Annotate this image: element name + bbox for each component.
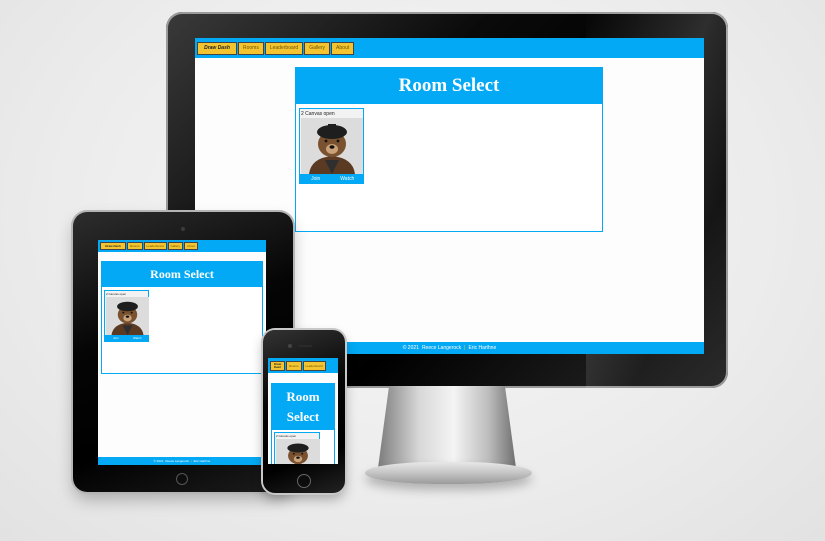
page-title: Room Select (296, 68, 602, 104)
nav-item-about[interactable]: About (331, 41, 355, 55)
nav-item-rooms[interactable]: Rooms (238, 41, 264, 55)
nav-item-about[interactable]: About (184, 242, 198, 250)
nav-item-leaderboard[interactable]: Leaderboard (302, 360, 326, 371)
room-card-actions: Join Watch (105, 335, 148, 341)
room-card: 2 Canvas open Join Watch (104, 290, 149, 342)
join-button[interactable]: Join (105, 335, 127, 341)
page-title: Room Select (272, 384, 334, 430)
footer-copyright: © 2021 (402, 345, 419, 351)
navbar: Draw Dash Rooms Leaderboard (268, 358, 338, 373)
join-button[interactable]: Join (300, 174, 332, 183)
tablet-home-button (176, 473, 188, 485)
navbar: Draw Dash Rooms Leaderboard Gallery Abou… (195, 38, 704, 58)
navbar: Draw Dash Rooms Leaderboard Gallery Abou… (98, 240, 266, 252)
tablet-screen: Draw Dash Rooms Leaderboard Gallery Abou… (98, 240, 266, 465)
footer-copyright: © 2021 (153, 459, 164, 463)
monitor-stand-neck (378, 386, 516, 468)
nav-item-gallery[interactable]: Gallery (304, 41, 331, 55)
footer-author-link[interactable]: Eric Harthne (468, 345, 496, 351)
phone-camera-icon (288, 344, 292, 348)
nav-brand-link[interactable]: Draw Dash (270, 360, 285, 371)
room-card: 2 Canvas open Join Watch (299, 108, 364, 184)
footer-author-link[interactable]: Eric Harthne (194, 459, 211, 463)
tablet-camera-icon (181, 227, 185, 231)
footer: © 2021 Reece Langerock | Eric Harthne (98, 457, 266, 465)
phone-home-button (297, 474, 311, 488)
room-card: 2 Canvas open (274, 432, 320, 464)
nav-brand-link[interactable]: Draw Dash (197, 41, 237, 55)
nav-item-gallery[interactable]: Gallery (167, 242, 184, 250)
nav-item-rooms[interactable]: Rooms (286, 360, 302, 371)
bear-portrait-image (106, 297, 149, 335)
room-card-actions: Join Watch (300, 174, 363, 183)
nav-item-leaderboard[interactable]: Leaderboard (264, 41, 304, 55)
footer-author-link[interactable]: Reece Langerock (165, 459, 189, 463)
bear-portrait-image (276, 439, 320, 464)
watch-button[interactable]: Watch (127, 335, 149, 341)
room-select-panel: Room Select 2 Canvas open Join Watch (101, 261, 263, 374)
footer-separator: | (190, 459, 192, 463)
nav-item-leaderboard[interactable]: Leaderboard (143, 242, 167, 250)
monitor-stand-base (365, 462, 532, 484)
page-title: Room Select (102, 262, 262, 287)
nav-item-rooms[interactable]: Rooms (127, 242, 143, 250)
phone-screen: Draw Dash Rooms Leaderboard Room Select … (268, 358, 338, 464)
nav-brand-link[interactable]: Draw Dash (100, 242, 126, 250)
room-select-panel: Room Select 2 Canvas open (271, 383, 335, 464)
room-select-panel: Room Select 2 Canvas open Join Watch (295, 67, 603, 232)
bear-portrait-image (301, 118, 363, 174)
footer-author-link[interactable]: Reece Langerock (422, 345, 461, 351)
watch-button[interactable]: Watch (332, 174, 364, 183)
footer-separator: | (464, 345, 466, 351)
phone-speaker-icon (298, 345, 312, 347)
